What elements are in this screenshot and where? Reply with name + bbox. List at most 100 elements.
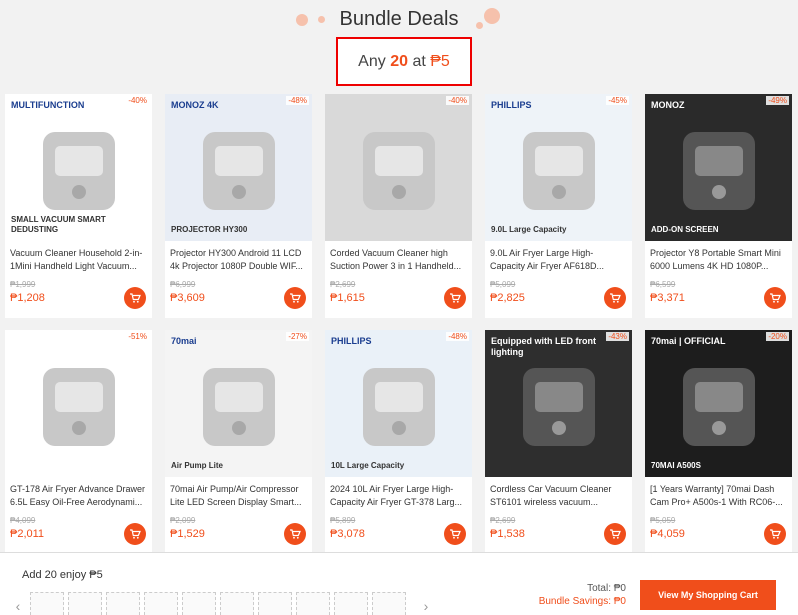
product-illustration xyxy=(363,132,435,210)
product-name[interactable]: Projector Y8 Portable Smart Mini 6000 Lu… xyxy=(650,247,788,273)
bundle-slot xyxy=(296,592,330,615)
bundle-slot xyxy=(68,592,102,615)
chevron-left-icon[interactable]: ‹ xyxy=(12,596,24,615)
add-to-cart-button[interactable] xyxy=(124,523,146,545)
savings-label: Bundle Savings: xyxy=(538,596,611,607)
add-to-cart-button[interactable] xyxy=(764,287,786,309)
bundle-footer: Add 20 enjoy ₱5 ‹ › Total: ₱0 Bundle Sav… xyxy=(0,552,798,615)
add-to-cart-button[interactable] xyxy=(604,523,626,545)
add-to-cart-button[interactable] xyxy=(124,287,146,309)
add-to-cart-button[interactable] xyxy=(444,523,466,545)
product-name[interactable]: Corded Vacuum Cleaner high Suction Power… xyxy=(330,247,468,273)
sale-price: ₱1,529 xyxy=(170,528,205,540)
product-image-headline: MULTIFUNCTION xyxy=(11,100,85,110)
product-card[interactable]: MULTIFUNCTION SMALL VACUUM SMART DEDUSTIN… xyxy=(5,94,152,318)
product-card[interactable]: -40% Corded Vacuum Cleaner high Suction P… xyxy=(325,94,472,318)
promo-box: Any 20 at ₱5 xyxy=(336,37,472,86)
sale-price: ₱4,059 xyxy=(650,528,685,540)
add-to-cart-button[interactable] xyxy=(764,523,786,545)
original-price: ₱2,099 xyxy=(170,516,196,525)
savings-value: ₱0 xyxy=(613,596,626,607)
bundle-slot xyxy=(30,592,64,615)
discount-badge: -51% xyxy=(126,332,149,341)
original-price: ₱2,699 xyxy=(490,516,516,525)
add-to-cart-button[interactable] xyxy=(604,287,626,309)
view-cart-button[interactable]: View My Shopping Cart xyxy=(640,580,776,610)
product-card[interactable]: MONOZ ADD-ON SCREEN -49% Projector Y8 Porta… xyxy=(645,94,792,318)
total-value: ₱0 xyxy=(613,583,626,594)
sale-price: ₱3,078 xyxy=(330,528,365,540)
original-price: ₱6,999 xyxy=(170,280,196,289)
product-image-headline: Equipped with LED front lighting xyxy=(491,336,596,357)
product-card[interactable]: -51% GT-178 Air Fryer Advance Drawer 6.5L… xyxy=(5,330,152,554)
bundle-slot xyxy=(182,592,216,615)
product-name[interactable]: Vacuum Cleaner Household 2-in-1Mini Hand… xyxy=(10,247,148,273)
product-image-headline: PHILLIPS xyxy=(491,100,532,110)
cart-icon xyxy=(130,293,141,303)
product-image[interactable]: Equipped with LED front lighting xyxy=(485,330,632,477)
product-name[interactable]: 9.0L Air Fryer Large High-Capacity Air F… xyxy=(490,247,628,273)
product-image[interactable]: MONOZ ADD-ON SCREEN xyxy=(645,94,792,241)
sale-price: ₱1,208 xyxy=(10,292,45,304)
bundle-slot xyxy=(334,592,368,615)
product-image-headline: MONOZ xyxy=(651,100,685,110)
product-image[interactable]: 70mai Air Pump Lite xyxy=(165,330,312,477)
product-card[interactable]: 70mai | OFFICIAL 70MAI A500S -20% [1 Years … xyxy=(645,330,792,554)
product-card[interactable]: 70mai Air Pump Lite -27% 70mai Air Pump/Air… xyxy=(165,330,312,554)
product-image[interactable] xyxy=(325,94,472,241)
product-name[interactable]: [1 Years Warranty] 70mai Dash Cam Pro+ A… xyxy=(650,483,788,509)
product-name[interactable]: 70mai Air Pump/Air Compressor Lite LED S… xyxy=(170,483,308,509)
bundle-header: Bundle Deals Any 20 at ₱5 xyxy=(0,0,798,92)
original-price: ₱5,899 xyxy=(330,516,356,525)
original-price: ₱1,999 xyxy=(10,280,36,289)
promo-price: ₱5 xyxy=(430,53,450,70)
bundle-slot xyxy=(372,592,406,615)
product-image[interactable]: MULTIFUNCTION SMALL VACUUM SMART DEDUSTIN… xyxy=(5,94,152,241)
product-illustration xyxy=(203,132,275,210)
discount-badge: -45% xyxy=(606,96,629,105)
product-image[interactable]: MONOZ 4K PROJECTOR HY300 xyxy=(165,94,312,241)
discount-badge: -49% xyxy=(766,96,789,105)
product-name[interactable]: Projector HY300 Android 11 LCD 4k Projec… xyxy=(170,247,308,273)
product-image-headline: PHILLIPS xyxy=(331,336,372,346)
product-image-caption: 70MAI A500S xyxy=(651,461,701,470)
product-card[interactable]: PHILLIPS 10L Large Capacity -48% 2024 10L A… xyxy=(325,330,472,554)
product-image[interactable]: PHILLIPS 9.0L Large Capacity xyxy=(485,94,632,241)
cart-icon xyxy=(290,293,301,303)
discount-badge: -27% xyxy=(286,332,309,341)
cart-icon xyxy=(450,529,461,539)
product-image-caption: ADD-ON SCREEN xyxy=(651,225,719,234)
product-name[interactable]: 2024 10L Air Fryer Large High-Capacity A… xyxy=(330,483,468,509)
product-image[interactable] xyxy=(5,330,152,477)
bundle-slot xyxy=(258,592,292,615)
bundle-progress-text: Add 20 enjoy ₱5 xyxy=(22,569,103,581)
original-price: ₱4,099 xyxy=(10,516,36,525)
add-to-cart-button[interactable] xyxy=(284,523,306,545)
product-illustration xyxy=(523,132,595,210)
cart-icon xyxy=(610,529,621,539)
discount-badge: -40% xyxy=(446,96,469,105)
original-price: ₱5,099 xyxy=(490,280,516,289)
product-card[interactable]: PHILLIPS 9.0L Large Capacity -45% 9.0L Air … xyxy=(485,94,632,318)
cart-icon xyxy=(450,293,461,303)
discount-badge: -43% xyxy=(606,332,629,341)
bundle-slot xyxy=(144,592,178,615)
add-to-cart-button[interactable] xyxy=(444,287,466,309)
product-image-headline: 70mai | OFFICIAL xyxy=(651,336,726,346)
chevron-right-icon[interactable]: › xyxy=(420,596,432,615)
cart-icon xyxy=(610,293,621,303)
sale-price: ₱2,825 xyxy=(490,292,525,304)
cart-icon xyxy=(770,293,781,303)
cart-icon xyxy=(770,529,781,539)
product-name[interactable]: Cordless Car Vacuum Cleaner ST6101 wirel… xyxy=(490,483,628,509)
original-price: ₱6,599 xyxy=(650,280,676,289)
discount-badge: -20% xyxy=(766,332,789,341)
product-name[interactable]: GT-178 Air Fryer Advance Drawer 6.5L Eas… xyxy=(10,483,148,509)
product-card[interactable]: MONOZ 4K PROJECTOR HY300 -48% Projector HY3… xyxy=(165,94,312,318)
product-image[interactable]: PHILLIPS 10L Large Capacity xyxy=(325,330,472,477)
product-card[interactable]: Equipped with LED front lighting -43% Cord… xyxy=(485,330,632,554)
add-to-cart-button[interactable] xyxy=(284,287,306,309)
bundle-slot xyxy=(106,592,140,615)
product-image[interactable]: 70mai | OFFICIAL 70MAI A500S xyxy=(645,330,792,477)
discount-badge: -40% xyxy=(126,96,149,105)
